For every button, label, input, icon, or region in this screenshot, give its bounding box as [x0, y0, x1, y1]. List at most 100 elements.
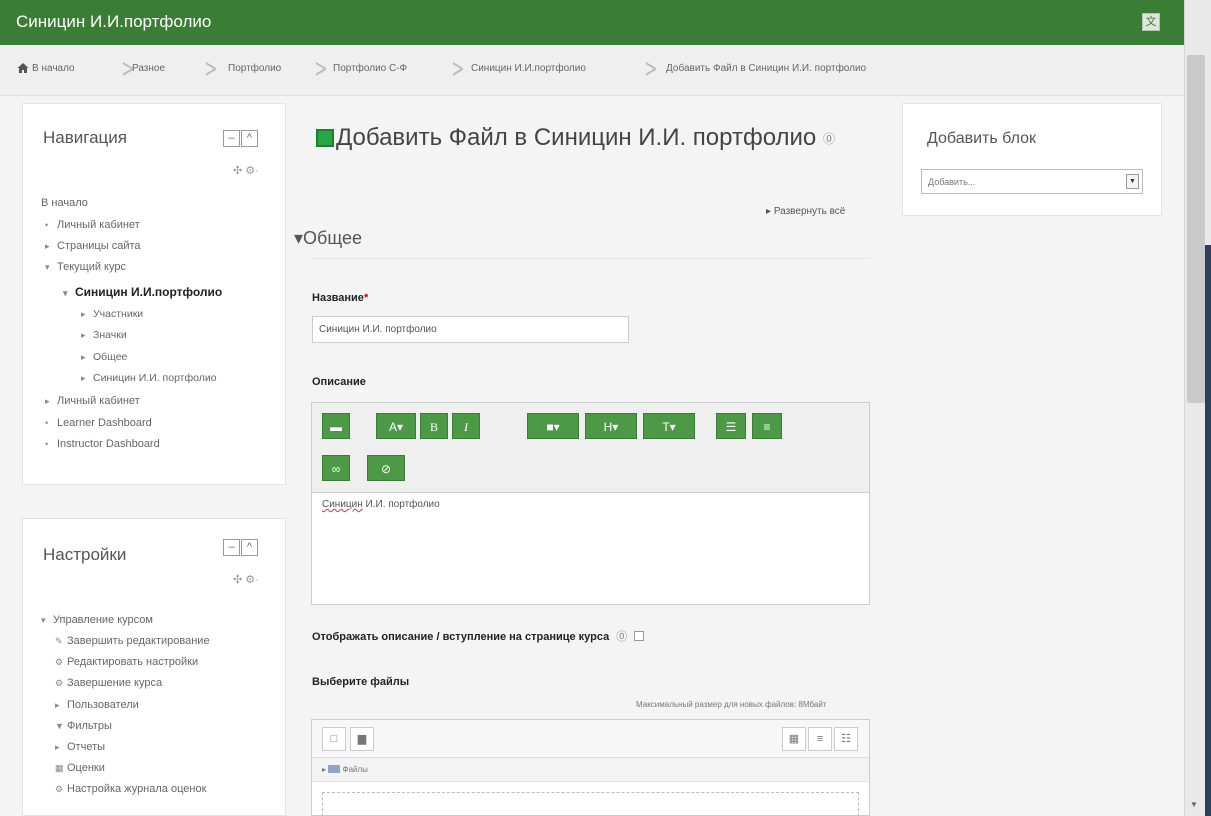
- settings-item-filters[interactable]: ▼ Фильтры: [55, 720, 112, 732]
- toolbar-toggle-icon[interactable]: ▬: [322, 413, 350, 439]
- settings-item-edit-settings[interactable]: ⚙ Редактировать настройки: [55, 656, 198, 668]
- text-format-icon[interactable]: T▾: [643, 413, 695, 439]
- move-icon[interactable]: ✣ ⚙·: [233, 164, 259, 177]
- gear-icon: ⚙: [55, 678, 64, 688]
- caret-right-icon: ▸: [81, 373, 86, 383]
- section-divider: [310, 258, 870, 259]
- chevron-down-icon[interactable]: ▼: [1126, 174, 1139, 189]
- settings-item-reports[interactable]: ▸ Отчеты: [55, 741, 105, 753]
- description-label: Описание: [312, 376, 366, 388]
- move-icon[interactable]: ✣ ⚙·: [233, 573, 259, 586]
- help-icon[interactable]: ⓪: [616, 631, 627, 643]
- file-path-bar: ▸ Файлы: [312, 758, 869, 782]
- settings-block-title: Настройки: [43, 545, 127, 564]
- chevron-right-icon: >: [644, 54, 658, 84]
- editor-toolbar: ▬ A▾ B I ■▾ H▾ T▾ ☰ ≡ ∞ ⊘: [312, 403, 869, 493]
- chevron-right-icon: >: [451, 54, 465, 84]
- translate-icon[interactable]: 文: [1142, 13, 1160, 31]
- create-folder-icon[interactable]: ▆: [350, 727, 374, 751]
- file-manager: □ ▆ ▦ ≡ ☷ ▸ Файлы: [311, 719, 870, 816]
- breadcrumb-misc[interactable]: Разное: [132, 63, 165, 74]
- nav-item-current-course[interactable]: ▾ Текущий курс: [45, 261, 126, 273]
- nav-item-participants[interactable]: ▸ Участники: [81, 308, 143, 320]
- pencil-icon: ✎: [55, 636, 63, 646]
- bullet-list-icon[interactable]: ☰: [716, 413, 746, 439]
- font-style-icon[interactable]: A▾: [376, 413, 416, 439]
- settings-item-users[interactable]: ▸ Пользователи: [55, 699, 139, 711]
- grid-view-icon[interactable]: ▦: [782, 727, 806, 751]
- bullet-icon: •: [45, 418, 49, 428]
- breadcrumb-current: Добавить Файл в Синицин И.И. портфолио: [666, 63, 867, 74]
- caret-right-icon: ▸: [81, 309, 86, 319]
- filter-icon: ▼: [55, 721, 64, 731]
- nav-item-home[interactable]: В начало: [41, 197, 88, 209]
- nav-item-course-name[interactable]: ▾ Синицин И.И.портфолио: [63, 285, 222, 299]
- home-icon[interactable]: [17, 62, 29, 74]
- editor-content[interactable]: Синицин И.И. портфолио: [322, 499, 440, 510]
- chevron-right-icon: >: [204, 54, 218, 84]
- italic-icon[interactable]: I: [452, 413, 480, 439]
- settings-item-course-completion[interactable]: ⚙ Завершение курса: [55, 677, 162, 689]
- breadcrumb-home[interactable]: В начало: [32, 63, 75, 74]
- name-field[interactable]: Синицин И.И. портфолио: [312, 316, 629, 343]
- expand-all-link[interactable]: ▸ Развернуть всё: [766, 206, 845, 217]
- add-block-select[interactable]: Добавить... ▼: [921, 169, 1143, 194]
- caret-right-icon: ▸: [81, 352, 86, 362]
- scroll-down-arrow-icon[interactable]: ▼: [1190, 800, 1198, 809]
- select-files-label: Выберите файлы: [312, 676, 410, 688]
- bullet-icon: •: [45, 439, 49, 449]
- nav-item-site-pages[interactable]: ▸ Страницы сайта: [45, 240, 141, 252]
- bold-icon[interactable]: B: [420, 413, 448, 439]
- caret-right-icon: ▸: [45, 241, 50, 251]
- show-description-label: Отображать описание / вступление на стра…: [312, 628, 645, 644]
- table-icon: ▦: [55, 763, 64, 773]
- caret-down-icon: ▾: [41, 615, 46, 625]
- file-drop-zone[interactable]: [322, 792, 859, 816]
- collapse-icon[interactable]: –: [223, 539, 240, 556]
- settings-item-gradebook-setup[interactable]: ⚙ Настройка журнала оценок: [55, 783, 206, 795]
- text-color-icon[interactable]: ■▾: [527, 413, 579, 439]
- navigation-block: Навигация – ^ ✣ ⚙· В начало • Личный каби…: [22, 103, 286, 485]
- list-view-icon[interactable]: ≡: [808, 727, 832, 751]
- breadcrumb-course[interactable]: Синицин И.И.портфолио: [471, 63, 586, 74]
- breadcrumb-portfolio[interactable]: Портфолио: [228, 63, 281, 74]
- heading-icon[interactable]: H▾: [585, 413, 637, 439]
- settings-item-grades[interactable]: ▦ Оценки: [55, 762, 105, 774]
- scrollbar-thumb[interactable]: [1187, 55, 1205, 403]
- navigation-block-title: Навигация: [43, 128, 127, 147]
- unlink-icon[interactable]: ⊘: [367, 455, 405, 481]
- nav-item-my-courses[interactable]: ▸ Личный кабинет: [45, 395, 140, 407]
- dock-icon[interactable]: ^: [241, 130, 258, 147]
- site-header: Синицин И.И.портфолио 文: [0, 0, 1184, 45]
- caret-right-icon: ▸: [45, 396, 50, 406]
- breadcrumb-portfolio-sf[interactable]: Портфолио С-Ф: [333, 63, 407, 74]
- tree-view-icon[interactable]: ☷: [834, 727, 858, 751]
- nav-item-badges[interactable]: ▸ Значки: [81, 329, 127, 341]
- help-icon[interactable]: ⓪: [823, 132, 835, 146]
- add-block-title: Добавить блок: [927, 130, 1037, 147]
- numbered-list-icon[interactable]: ≡: [752, 413, 782, 439]
- gear-icon: ⚙: [55, 784, 64, 794]
- section-general-toggle[interactable]: ▾Общее: [294, 228, 362, 249]
- nav-item-instructor-dashboard[interactable]: • Instructor Dashboard: [45, 438, 160, 450]
- nav-item-general[interactable]: ▸ Общее: [81, 351, 127, 363]
- collapse-icon[interactable]: –: [223, 130, 240, 147]
- settings-block: Настройки – ^ ✣ ⚙· ▾ Управление курсом ✎ З…: [22, 518, 286, 816]
- caret-right-icon: ▸: [55, 700, 60, 710]
- dock-icon[interactable]: ^: [241, 539, 258, 556]
- site-title-link[interactable]: Синицин И.И.портфолио: [16, 12, 211, 32]
- window-edge: [1205, 245, 1211, 816]
- link-icon[interactable]: ∞: [322, 455, 350, 481]
- description-editor[interactable]: ▬ A▾ B I ■▾ H▾ T▾ ☰ ≡ ∞ ⊘ Синицин И.И. п…: [311, 402, 870, 605]
- max-file-size-note: Максимальный размер для новых файлов: 8М…: [636, 700, 827, 709]
- nav-item-course-section[interactable]: ▸ Синицин И.И. портфолио: [81, 372, 217, 384]
- show-description-checkbox[interactable]: [634, 631, 645, 641]
- breadcrumb: В начало > Разное > Портфолио > Портфоли…: [0, 46, 1184, 96]
- folder-icon: [328, 765, 341, 773]
- file-manager-toolbar: □ ▆ ▦ ≡ ☷: [312, 720, 869, 758]
- nav-item-dashboard[interactable]: • Личный кабинет: [45, 219, 140, 231]
- add-file-icon[interactable]: □: [322, 727, 346, 751]
- nav-item-learner-dashboard[interactable]: • Learner Dashboard: [45, 417, 152, 429]
- settings-item-finish-editing[interactable]: ✎ Завершить редактирование: [55, 635, 210, 647]
- settings-item-course-admin[interactable]: ▾ Управление курсом: [41, 614, 153, 626]
